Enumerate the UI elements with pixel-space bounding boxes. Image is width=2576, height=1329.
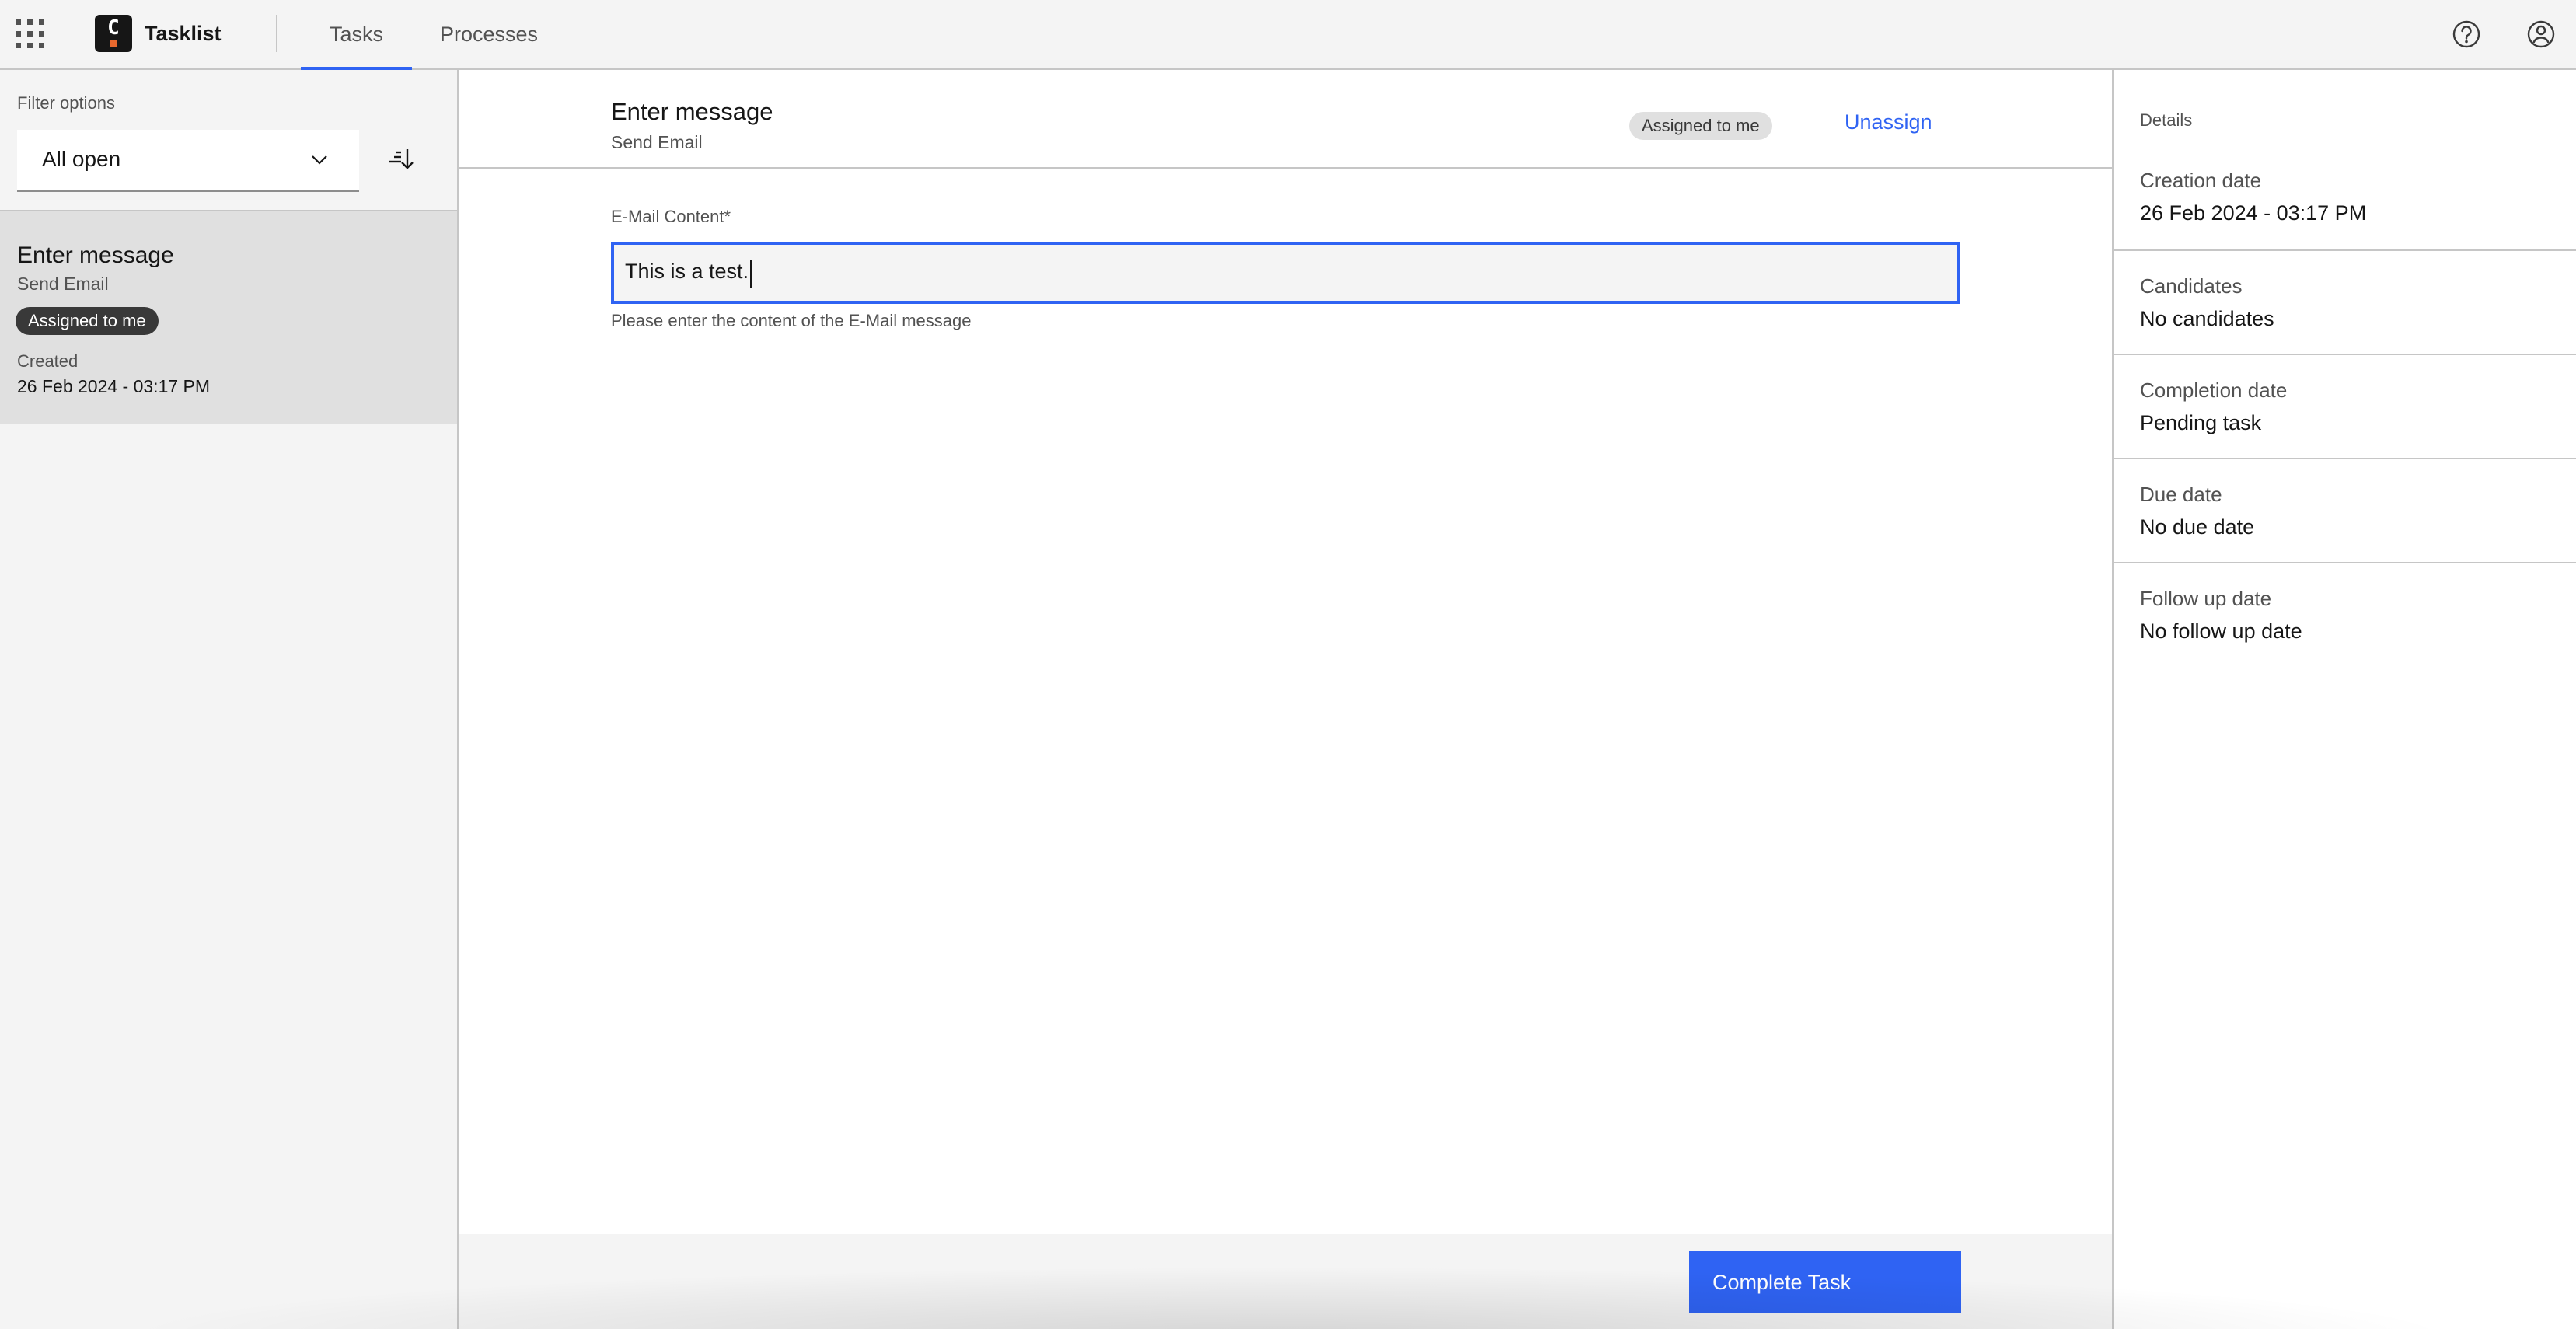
camunda-logo-icon[interactable]: C bbox=[95, 15, 132, 52]
details-panel: Details Creation date 26 Feb 2024 - 03:1… bbox=[2112, 70, 2576, 1329]
details-heading: Details bbox=[2140, 110, 2193, 130]
app-name[interactable]: Tasklist bbox=[145, 19, 222, 48]
detail-creation-date: Creation date 26 Feb 2024 - 03:17 PM bbox=[2114, 145, 2576, 251]
header-divider bbox=[276, 15, 277, 52]
detail-value: No follow up date bbox=[2140, 619, 2302, 643]
detail-value: 26 Feb 2024 - 03:17 PM bbox=[2140, 201, 2367, 225]
detail-label: Creation date bbox=[2140, 169, 2262, 192]
detail-label: Follow up date bbox=[2140, 587, 2272, 610]
detail-label: Completion date bbox=[2140, 378, 2288, 402]
task-process-name: Send Email bbox=[17, 274, 109, 294]
detail-label: Candidates bbox=[2140, 274, 2243, 298]
task-header: Enter message Send Email Assigned to me … bbox=[459, 70, 2113, 169]
detail-completion-date: Completion date Pending task bbox=[2114, 355, 2576, 459]
task-footer: Complete Task bbox=[459, 1234, 2113, 1329]
email-content-helper: Please enter the content of the E-Mail m… bbox=[611, 311, 972, 330]
detail-label: Due date bbox=[2140, 483, 2222, 506]
task-list-item[interactable]: Enter message Send Email Assigned to me … bbox=[0, 211, 457, 424]
unassign-button[interactable]: Unassign bbox=[1845, 110, 1932, 134]
filter-selected-value: All open bbox=[42, 147, 121, 171]
filter-dropdown[interactable]: All open bbox=[17, 130, 359, 192]
email-content-input[interactable] bbox=[611, 242, 1960, 304]
top-navigation-bar: C Tasklist Tasks Processes bbox=[0, 0, 2576, 72]
tab-tasks[interactable]: Tasks bbox=[301, 0, 412, 72]
detail-value: No due date bbox=[2140, 515, 2255, 539]
help-icon[interactable] bbox=[2451, 19, 2482, 50]
detail-follow-up-date: Follow up date No follow up date bbox=[2114, 563, 2576, 668]
detail-value: No candidates bbox=[2140, 307, 2274, 330]
user-avatar-icon[interactable] bbox=[2525, 19, 2557, 50]
tab-processes[interactable]: Processes bbox=[440, 0, 538, 70]
text-cursor bbox=[750, 260, 752, 288]
detail-due-date: Due date No due date bbox=[2114, 459, 2576, 563]
assigned-badge: Assigned to me bbox=[16, 307, 159, 335]
task-detail-panel: Enter message Send Email Assigned to me … bbox=[459, 70, 2113, 1329]
detail-value: Pending task bbox=[2140, 411, 2262, 434]
task-list-panel: Filter options All open Enter message Se… bbox=[0, 70, 459, 1329]
detail-candidates: Candidates No candidates bbox=[2114, 251, 2576, 355]
complete-task-button[interactable]: Complete Task bbox=[1689, 1251, 1961, 1313]
created-value: 26 Feb 2024 - 03:17 PM bbox=[17, 376, 211, 396]
app-switcher-icon[interactable] bbox=[14, 18, 47, 49]
task-title: Enter message bbox=[17, 242, 174, 268]
email-content-label: E-Mail Content* bbox=[611, 207, 731, 226]
created-label: Created bbox=[17, 351, 79, 371]
sort-icon[interactable] bbox=[389, 146, 415, 173]
filter-options-label: Filter options bbox=[17, 93, 115, 113]
task-detail-process: Send Email bbox=[611, 132, 703, 152]
chevron-down-icon bbox=[312, 155, 327, 165]
task-detail-title: Enter message bbox=[611, 98, 773, 125]
assignment-tag: Assigned to me bbox=[1629, 112, 1772, 140]
